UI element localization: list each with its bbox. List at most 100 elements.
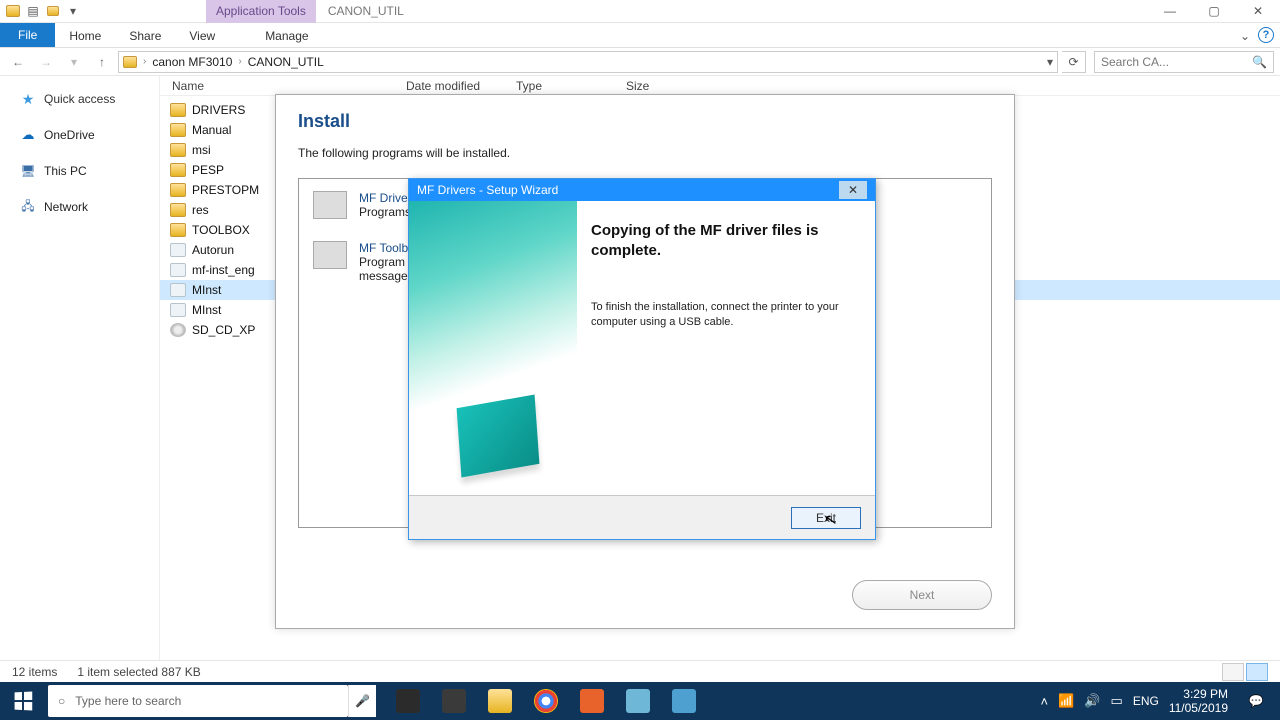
start-button[interactable] [0, 682, 46, 720]
file-name: TOOLBOX [192, 223, 250, 237]
wizard-heading: Copying of the MF driver files is comple… [591, 221, 857, 260]
tray-clock[interactable]: 3:29 PM 11/05/2019 [1169, 687, 1228, 716]
tray-time: 3:29 PM [1169, 687, 1228, 701]
sidebar-item-network[interactable]: 🖧Network [0, 194, 159, 220]
breadcrumb[interactable]: › canon MF3010 › CANON_UTIL ▾ [118, 51, 1058, 73]
qat-newfolder-icon[interactable] [46, 4, 60, 18]
qat-properties-icon[interactable]: ▤ [26, 4, 40, 18]
close-button[interactable]: ✕ [1236, 0, 1280, 23]
file-name: SD_CD_XP [192, 323, 255, 337]
address-dropdown-icon[interactable]: ▾ [1047, 55, 1053, 69]
mic-icon[interactable]: 🎤 [348, 685, 376, 717]
install-subtitle: The following programs will be installed… [298, 146, 992, 160]
file-name: Manual [192, 123, 231, 137]
file-icon [170, 263, 186, 277]
file-icon [170, 243, 186, 257]
windows-icon [15, 692, 33, 711]
file-name: Autorun [192, 243, 234, 257]
nav-pane: ★Quick access ☁ OneDrive 🖥This PC 🖧Networ… [0, 76, 160, 661]
folder-icon [170, 143, 186, 157]
tab-file[interactable]: File [0, 23, 55, 47]
sidebar-item-thispc[interactable]: 🖥This PC [0, 158, 159, 184]
cloud-icon: ☁ [20, 127, 36, 143]
next-button[interactable]: Next [852, 580, 992, 610]
address-bar: ← → ▾ ↑ › canon MF3010 › CANON_UTIL ▾ ⟳ … [0, 48, 1280, 76]
qat-dropdown-icon[interactable]: ▾ [66, 4, 80, 18]
taskbar-explorer[interactable] [478, 682, 522, 720]
col-size[interactable]: Size [626, 79, 696, 93]
status-bar: 12 items 1 item selected 887 KB [0, 660, 1280, 682]
location-icon [123, 56, 137, 68]
minimize-button[interactable]: — [1148, 0, 1192, 23]
nav-up-button[interactable]: ↑ [90, 50, 114, 74]
taskbar-search-placeholder: Type here to search [75, 694, 181, 708]
cortana-icon: ○ [58, 694, 65, 708]
folder-icon [170, 123, 186, 137]
wifi-icon[interactable]: 📶 [1058, 693, 1074, 709]
taskbar-search[interactable]: ○ Type here to search [48, 685, 348, 717]
ribbon-collapse-icon[interactable]: ⌄ [1240, 29, 1250, 43]
col-date[interactable]: Date modified [406, 79, 516, 93]
crumb-2[interactable]: CANON_UTIL [248, 55, 324, 69]
tab-manage[interactable]: Manage [251, 25, 322, 47]
volume-icon[interactable]: 🔊 [1084, 693, 1100, 709]
folder-icon [170, 183, 186, 197]
refresh-button[interactable]: ⟳ [1062, 51, 1086, 73]
col-name[interactable]: Name [166, 79, 406, 93]
taskbar-chrome[interactable] [524, 682, 568, 720]
pc-icon: 🖥 [20, 163, 36, 179]
file-name: res [192, 203, 209, 217]
folder-icon [170, 103, 186, 117]
file-name: MInst [192, 283, 221, 297]
search-input[interactable]: Search CA... 🔍 [1094, 51, 1274, 73]
wizard-titlebar[interactable]: MF Drivers - Setup Wizard ✕ [409, 179, 875, 201]
search-icon: 🔍 [1252, 55, 1267, 69]
taskbar-app-5[interactable] [570, 682, 614, 720]
wizard-artwork [409, 201, 577, 495]
window-title: CANON_UTIL [316, 4, 416, 18]
column-headers: Name Date modified Type Size [160, 76, 1280, 96]
file-name: DRIVERS [192, 103, 245, 117]
view-icons-button[interactable] [1246, 663, 1268, 681]
maximize-button[interactable]: ▢ [1192, 0, 1236, 23]
tab-share[interactable]: Share [115, 25, 175, 47]
ribbon-tabs: File Home Share View Manage ⌄ ? [0, 23, 1280, 48]
sidebar-item-label: OneDrive [44, 128, 95, 142]
taskbar-app-1[interactable] [386, 682, 430, 720]
taskbar-app-2[interactable] [432, 682, 476, 720]
app-icon [6, 5, 20, 17]
wizard-body-text: To finish the installation, connect the … [591, 300, 857, 330]
status-selection: 1 item selected 887 KB [77, 665, 200, 679]
crumb-1[interactable]: canon MF3010 [152, 55, 232, 69]
file-name: mf-inst_eng [192, 263, 255, 277]
crumb-sep-icon: › [143, 56, 146, 67]
status-item-count: 12 items [12, 665, 57, 679]
file-name: PRESTOPM [192, 183, 259, 197]
help-icon[interactable]: ? [1258, 27, 1274, 43]
tab-home[interactable]: Home [55, 25, 115, 47]
tab-view[interactable]: View [175, 25, 229, 47]
setup-wizard-dialog: MF Drivers - Setup Wizard ✕ Copying of t… [408, 178, 876, 540]
nav-recent-dropdown[interactable]: ▾ [62, 50, 86, 74]
wizard-title: MF Drivers - Setup Wizard [417, 183, 558, 197]
col-type[interactable]: Type [516, 79, 626, 93]
wizard-exit-button[interactable]: Exit [791, 507, 861, 529]
battery-icon[interactable]: ▭ [1111, 693, 1123, 709]
disc-icon [170, 323, 186, 337]
taskbar-app-6[interactable] [616, 682, 660, 720]
file-name: MInst [192, 303, 221, 317]
file-icon [170, 283, 186, 297]
sidebar-item-onedrive[interactable]: ☁ OneDrive [0, 122, 159, 148]
file-icon [170, 303, 186, 317]
view-details-button[interactable] [1222, 663, 1244, 681]
taskbar-app-7[interactable] [662, 682, 706, 720]
file-name: PESP [192, 163, 224, 177]
sidebar-item-quickaccess[interactable]: ★Quick access [0, 86, 159, 112]
tray-chevron-icon[interactable]: ˄ [1041, 694, 1049, 709]
tray-date: 11/05/2019 [1169, 701, 1228, 715]
wizard-close-button[interactable]: ✕ [839, 181, 867, 199]
nav-back-button[interactable]: ← [6, 50, 30, 74]
action-center-button[interactable]: 💬 [1238, 682, 1274, 720]
nav-forward-button[interactable]: → [34, 50, 58, 74]
tray-language[interactable]: ENG [1133, 694, 1159, 708]
